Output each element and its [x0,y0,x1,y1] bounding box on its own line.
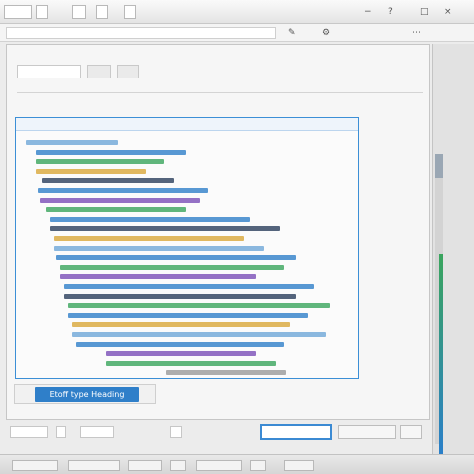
code-line [40,197,200,203]
tool-icon[interactable] [170,426,182,438]
code-line [60,264,284,270]
code-line [42,178,174,184]
ok-button[interactable] [260,424,332,440]
close-icon[interactable]: × [444,7,452,17]
tab-preview[interactable] [86,65,111,78]
paragraph-style-box: Etoff type Heading [14,384,156,404]
taskbar-item-4[interactable] [170,460,186,471]
code-line [36,168,146,174]
code-line [50,216,250,222]
code-line [38,188,208,193]
taskbar [0,454,474,474]
taskbar-item-6[interactable] [250,460,266,471]
help-icon[interactable]: ? [388,7,393,17]
address-input[interactable] [6,27,276,39]
code-line [64,293,296,299]
code-line [26,140,118,145]
code-line [64,284,314,289]
editor-dialog [6,44,430,420]
tab-source[interactable] [17,65,81,78]
code-line [106,360,276,366]
editor-toolbar [17,81,423,93]
accent-strip [439,254,443,454]
pen-icon[interactable]: ✎ [288,28,296,38]
app-menu-button[interactable] [4,5,32,19]
address-bar: ✎ ⚙ ⋯ [0,24,474,42]
code-line [76,341,284,347]
format-select[interactable] [10,426,48,438]
help-button[interactable] [400,425,422,439]
paragraph-style-label[interactable]: Etoff type Heading [35,387,139,402]
code-line [106,351,256,357]
dialog-controls [10,424,430,442]
title-bar: − ? □ × [0,0,474,24]
code-line [54,236,244,241]
code-editor[interactable] [15,117,359,379]
view-button[interactable] [72,5,86,19]
code-line [56,255,296,261]
code-line [60,274,256,280]
taskbar-item-1[interactable] [12,460,58,471]
settings-icon[interactable]: ⋯ [412,28,421,38]
back-button[interactable] [36,5,48,19]
code-line [68,312,308,318]
code-line [50,226,280,232]
code-line [72,332,326,337]
code-line [72,322,290,328]
code-lines [16,132,358,378]
taskbar-item-3[interactable] [128,460,162,471]
close-tab-button[interactable] [124,5,136,19]
gear-icon[interactable]: ⚙ [322,28,330,38]
dialog-tabs [17,65,142,79]
size-select[interactable] [80,426,114,438]
maximize-icon[interactable]: □ [420,7,429,17]
code-line [166,370,286,376]
minimize-icon[interactable]: − [364,7,372,17]
taskbar-item-2[interactable] [68,460,120,471]
tab-options[interactable] [116,65,139,78]
taskbar-item-5[interactable] [196,460,242,471]
code-line [36,159,164,165]
code-line [68,303,330,309]
cancel-button[interactable] [338,425,396,439]
side-panel [432,44,474,454]
code-editor-header [16,118,358,131]
code-line [36,149,186,155]
code-line [54,245,264,251]
code-line [46,207,186,213]
taskbar-item-7[interactable] [284,460,314,471]
save-button[interactable] [96,5,108,19]
scrollbar-thumb[interactable] [435,154,443,178]
option-checkbox[interactable] [56,426,66,438]
